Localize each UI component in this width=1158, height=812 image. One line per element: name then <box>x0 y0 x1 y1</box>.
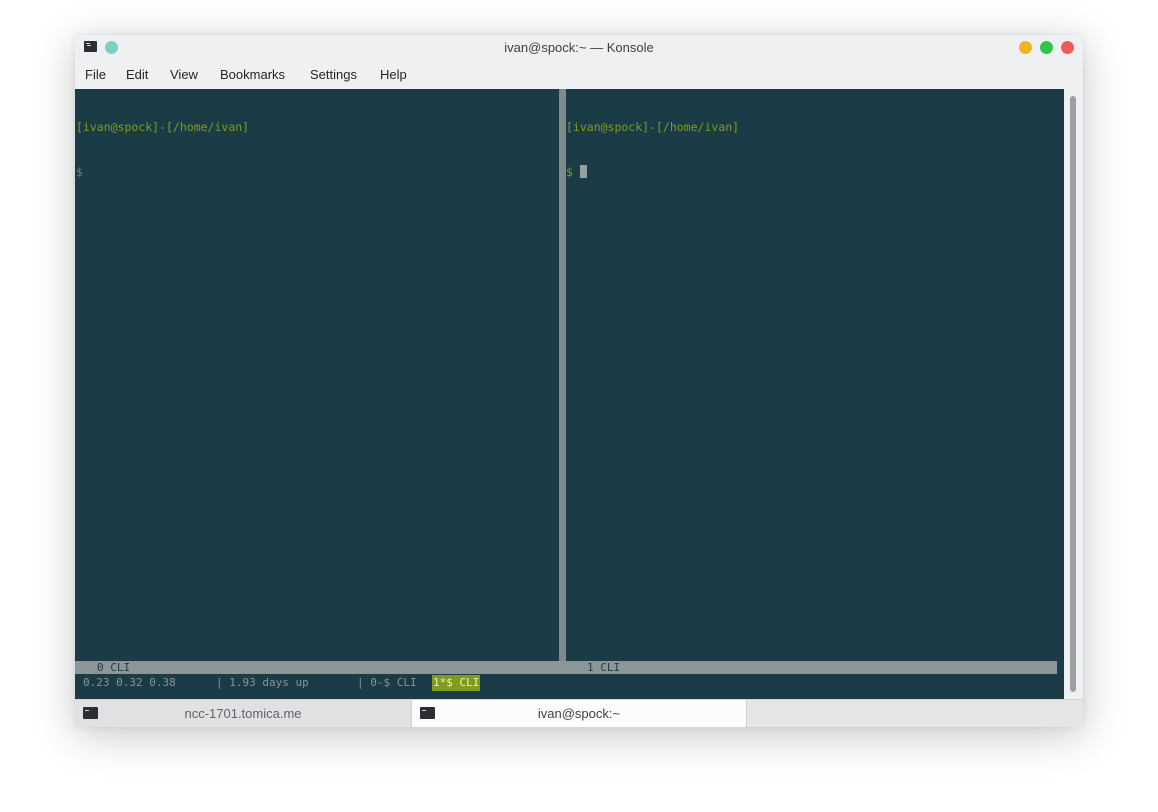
konsole-window: ivan@spock:~ — Konsole File Edit View Bo… <box>75 35 1083 727</box>
menu-bar: File Edit View Bookmarks Settings Help <box>75 62 1083 86</box>
menu-view[interactable]: View <box>170 67 198 82</box>
tab-ncc-1701[interactable]: ncc-1701.tomica.me <box>75 700 411 727</box>
left-pane-label: 0 CLI <box>97 661 131 674</box>
menu-settings[interactable]: Settings <box>310 67 357 82</box>
tab-ivan-spock[interactable]: ivan@spock:~ <box>411 700 747 727</box>
menu-file[interactable]: File <box>85 67 106 82</box>
left-pane[interactable]: [ivan@spock]-[/home/ivan] $ <box>76 90 249 210</box>
tab-label: ivan@spock:~ <box>537 706 621 721</box>
menu-bookmarks[interactable]: Bookmarks <box>220 67 285 82</box>
load-average: 0.23 0.32 0.38 <box>83 676 176 689</box>
right-pane-dollar: $ <box>566 165 573 179</box>
title-bar[interactable]: ivan@spock:~ — Konsole <box>75 35 1083 60</box>
close-button[interactable] <box>1061 41 1074 54</box>
menu-edit[interactable]: Edit <box>126 67 148 82</box>
pane-status-bar: 0 CLI 1 CLI <box>75 661 1057 674</box>
tab-bar: ncc-1701.tomica.me ivan@spock:~ <box>75 699 1083 727</box>
right-pane-prompt: [ivan@spock]-[/home/ivan] <box>566 120 740 134</box>
scrollbar-thumb[interactable] <box>1070 96 1076 692</box>
right-pane-label: 1 CLI <box>587 661 621 674</box>
menu-help[interactable]: Help <box>380 67 407 82</box>
pane-split-divider[interactable] <box>559 89 566 661</box>
minimize-button[interactable] <box>1019 41 1032 54</box>
tmux-status-line: 0.23 0.32 0.38 | 1.93 days up | 0-$ CLI … <box>75 675 1064 691</box>
vertical-scrollbar[interactable] <box>1064 89 1083 699</box>
window-title: ivan@spock:~ — Konsole <box>504 40 654 55</box>
terminal-area[interactable]: [ivan@spock]-[/home/ivan] $ [ivan@spock]… <box>75 89 1064 699</box>
tmux-window-0: | 0-$ CLI <box>357 676 417 689</box>
right-pane[interactable]: [ivan@spock]-[/home/ivan] $ <box>566 90 739 210</box>
uptime: | 1.93 days up <box>216 676 309 689</box>
left-pane-prompt: [ivan@spock]-[/home/ivan] <box>76 120 250 134</box>
tmux-window-1-active: 1*$ CLI <box>432 675 481 691</box>
tab-label: ncc-1701.tomica.me <box>184 706 302 721</box>
maximize-button[interactable] <box>1040 41 1053 54</box>
text-cursor <box>579 165 587 178</box>
left-pane-dollar: $ <box>76 165 83 179</box>
